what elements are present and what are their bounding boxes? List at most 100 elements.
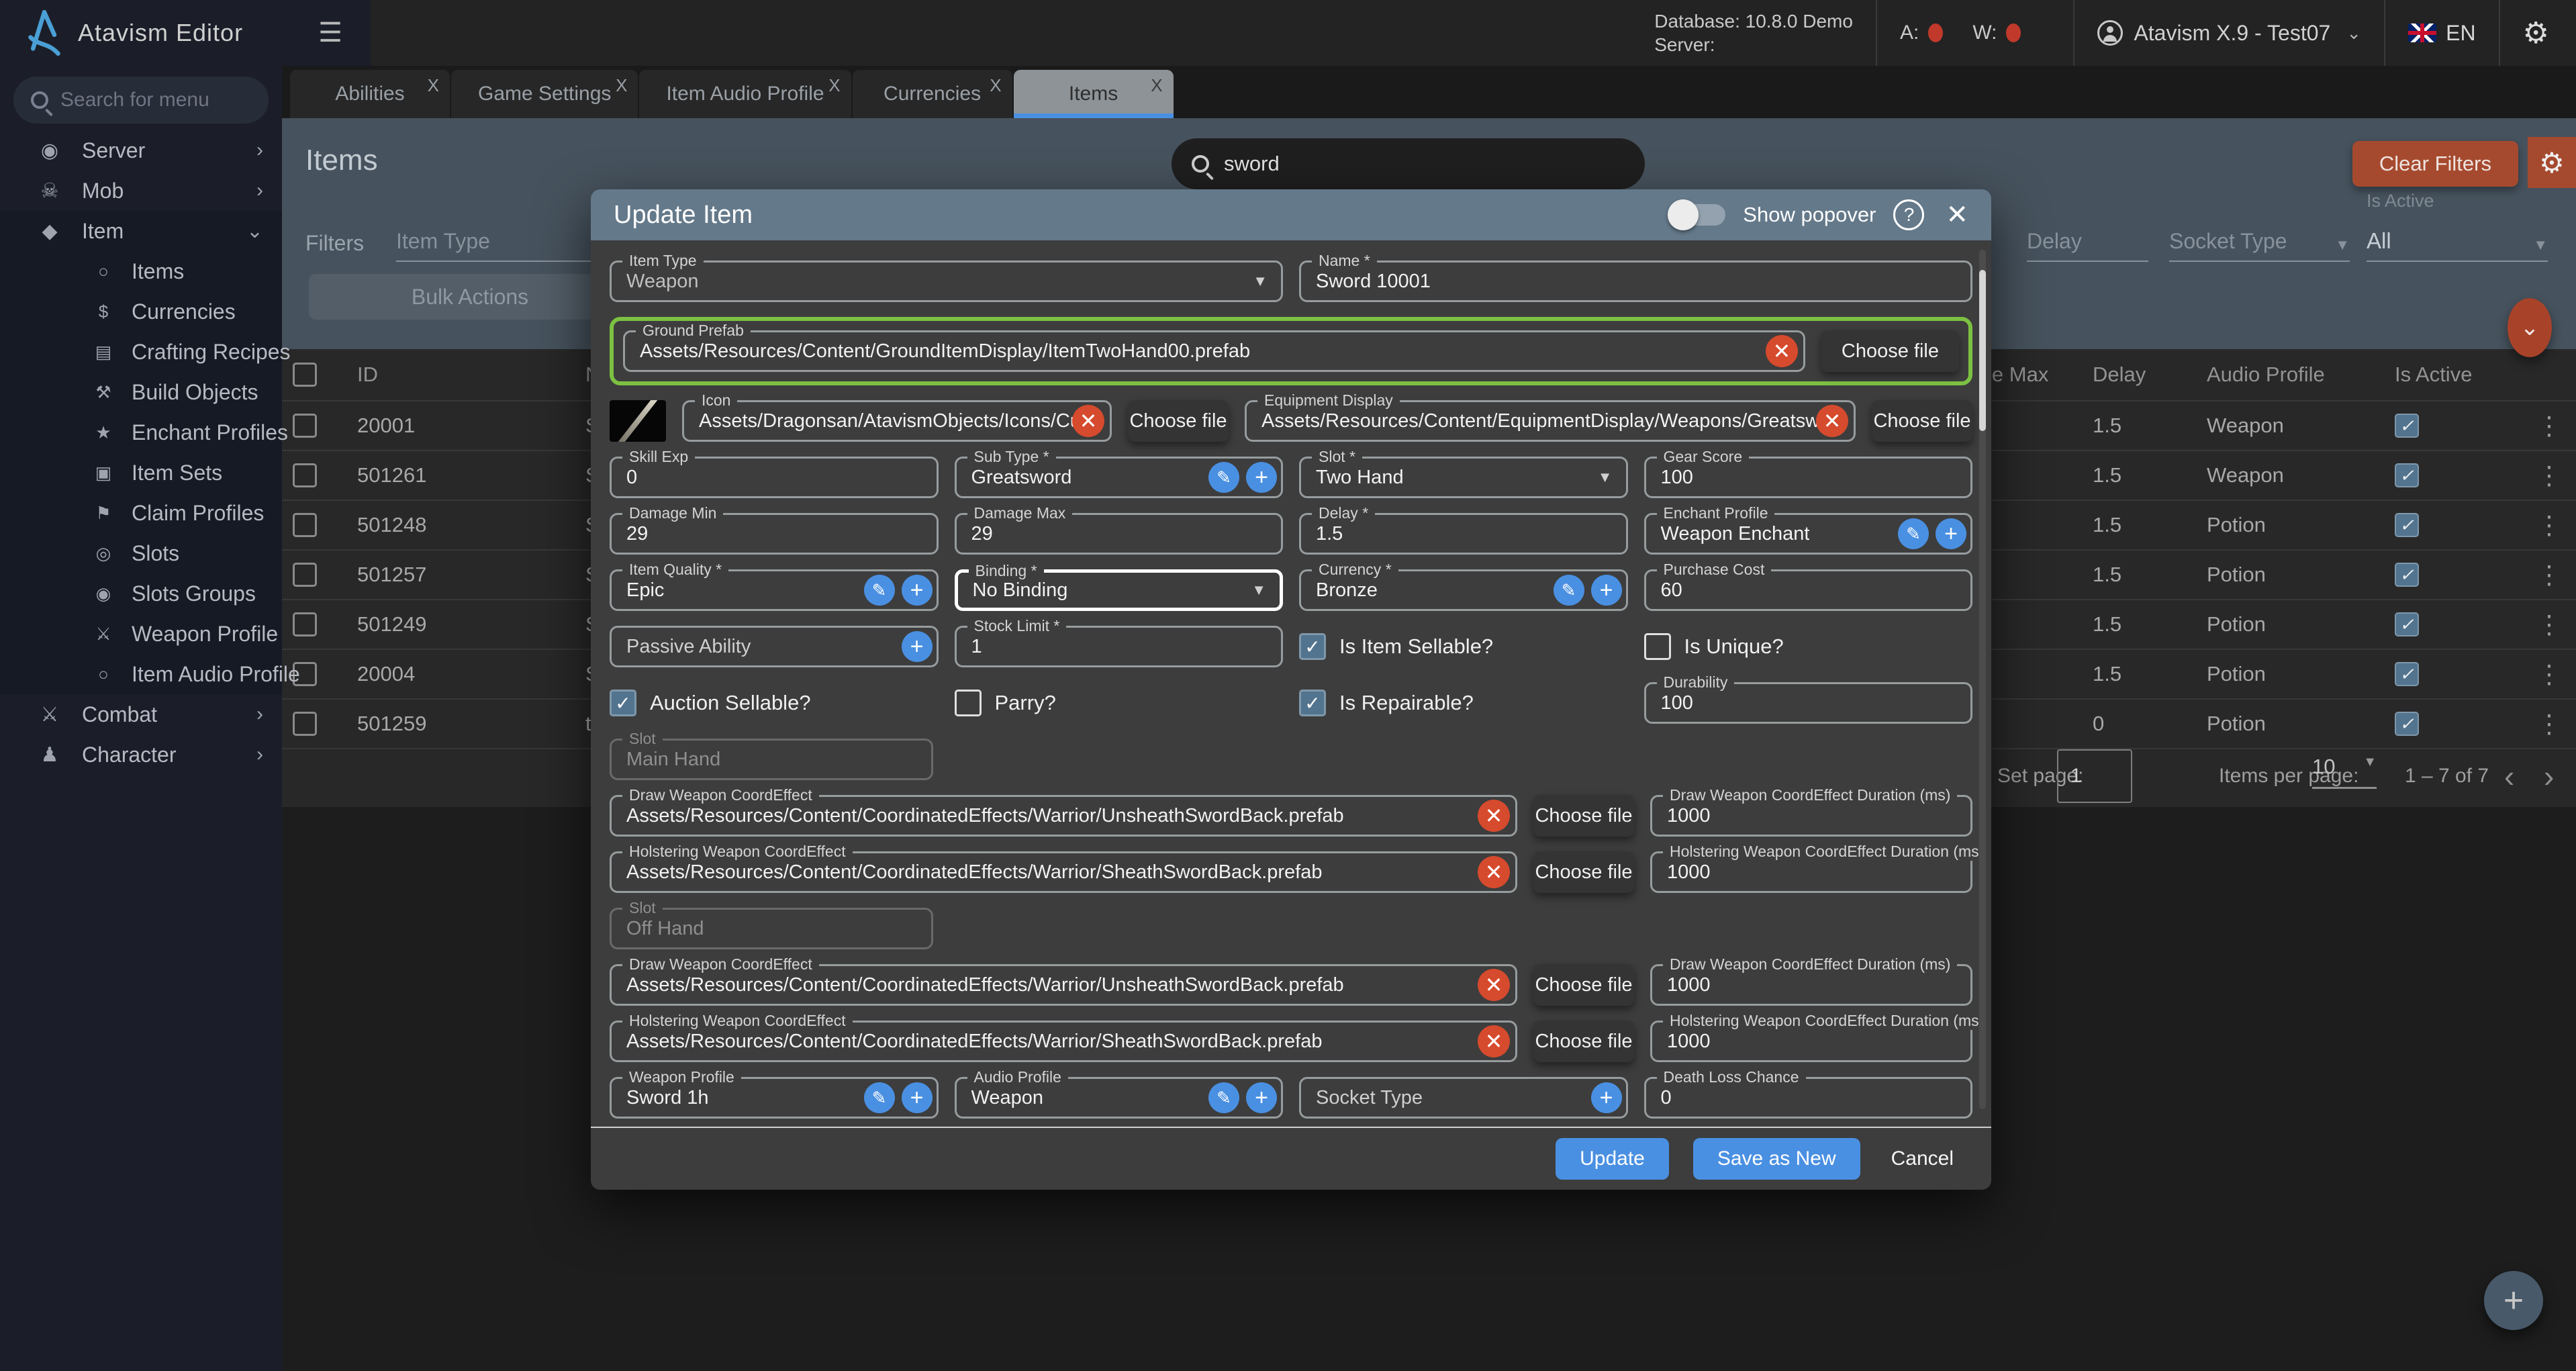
column-delay[interactable]: Delay [2093,363,2207,387]
tab[interactable]: Item Audio Profile X [639,70,851,118]
gear-score-field[interactable]: Gear Score 100 [1644,457,1973,498]
row-menu-icon[interactable]: ⋮ [2522,659,2576,690]
hamburger-menu-icon[interactable]: ☰ [318,17,342,48]
bulk-actions-button[interactable]: Bulk Actions [309,274,631,320]
holstering-coordeffect-duration-field[interactable]: Holstering Weapon CoordEffect Duration (… [1650,1021,1972,1062]
checkbox-icon[interactable]: ✓ [1299,690,1326,716]
row-checkbox[interactable] [293,563,317,587]
close-icon[interactable]: ✕ [1946,199,1968,230]
is-item-sellable-checkbox[interactable]: ✓ Is Item Sellable? [1299,626,1628,667]
row-menu-icon[interactable]: ⋮ [2522,709,2576,739]
name-field[interactable]: Name * Sword 10001 [1299,261,1972,302]
collapse-filters-button[interactable]: ⌄ [2508,298,2552,357]
tab[interactable]: Items X [1014,70,1174,118]
item-quality-field[interactable]: Item Quality * Epic ✎ + [610,569,939,611]
sidebar-item[interactable]: ▣ Item Sets [0,453,282,493]
sidebar-item[interactable]: ○ Item Audio Profile [0,654,282,694]
holstering-weapon-coordeffect-field[interactable]: Holstering Weapon CoordEffect Assets/Res… [610,851,1517,893]
sidebar-item[interactable]: ♟ Character › [0,735,282,775]
is-active-checkbox[interactable]: ✓ [2395,662,2419,686]
add-icon[interactable]: + [1936,518,1966,549]
sidebar-item[interactable]: ◎ Slots [0,533,282,573]
draw-weapon-coordeffect-field[interactable]: Draw Weapon CoordEffect Assets/Resources… [610,795,1517,837]
delay-filter[interactable]: Delay [2027,220,2148,262]
choose-file-button[interactable]: Choose file [1533,795,1634,837]
purchase-cost-field[interactable]: Purchase Cost 60 [1644,569,1973,611]
table-settings-gear-icon[interactable]: ⚙ [2528,137,2576,188]
delay-field[interactable]: Delay * 1.5 [1299,513,1628,555]
sidebar-item[interactable]: $ Currencies [0,291,282,332]
skill-exp-field[interactable]: Skill Exp 0 [610,457,939,498]
icon-field[interactable]: Icon Assets/Dragonsan/AtavismObjects/Ico… [682,400,1112,442]
sidebar-item[interactable]: ◆ Item ⌄ [0,211,282,251]
next-page-icon[interactable]: › [2544,758,2554,794]
is-active-checkbox[interactable]: ✓ [2395,414,2419,438]
add-item-fab[interactable]: + [2484,1271,2543,1330]
choose-file-button[interactable]: Choose file [1128,400,1229,442]
row-menu-icon[interactable]: ⋮ [2522,461,2576,491]
sidebar-item[interactable]: ▤ Crafting Recipes [0,332,282,372]
choose-file-button[interactable]: Choose file [1533,1021,1634,1062]
sub-type-field[interactable]: Sub Type * Greatsword ✎ + [955,457,1284,498]
tab[interactable]: Currencies X [853,70,1012,118]
sidebar-item[interactable]: ⚔ Weapon Profile [0,614,282,654]
sidebar-item[interactable]: ⚔ Combat › [0,694,282,735]
clear-icon[interactable]: ✕ [1478,856,1510,888]
is-active-checkbox[interactable]: ✓ [2395,513,2419,537]
is-active-checkbox[interactable]: ✓ [2395,463,2419,487]
column-id[interactable]: ID [357,363,585,387]
choose-file-button[interactable]: Choose file [1872,400,1972,442]
sidebar-item[interactable]: ◉ Server › [0,130,282,171]
add-icon[interactable]: + [1591,1082,1622,1113]
edit-icon[interactable]: ✎ [1898,518,1929,549]
table-search-input[interactable] [1224,152,1625,176]
row-menu-icon[interactable]: ⋮ [2522,610,2576,640]
row-checkbox[interactable] [293,712,317,736]
row-menu-icon[interactable]: ⋮ [2522,411,2576,441]
modal-scrollbar-thumb[interactable] [1979,270,1986,431]
draw-coordeffect-duration-field[interactable]: Draw Weapon CoordEffect Duration (ms) 10… [1650,964,1972,1006]
add-icon[interactable]: + [1246,1082,1277,1113]
ground-prefab-field[interactable]: Ground Prefab Assets/Resources/Content/G… [623,330,1805,372]
language-selector[interactable]: EN [2408,21,2475,46]
column-is-active[interactable]: Is Active [2395,363,2522,387]
table-search[interactable] [1172,138,1645,189]
binding-select[interactable]: Binding * No Binding ▼ [955,569,1284,611]
passive-ability-field[interactable]: Passive Ability + [610,626,939,667]
checkbox-icon[interactable]: ✓ [610,690,636,716]
draw-weapon-coordeffect-field[interactable]: Draw Weapon CoordEffect Assets/Resources… [610,964,1517,1006]
draw-coordeffect-duration-field[interactable]: Draw Weapon CoordEffect Duration (ms) 10… [1650,795,1972,837]
tab-close-icon[interactable]: X [1151,75,1162,96]
enchant-profile-field[interactable]: Enchant Profile Weapon Enchant ✎ + [1644,513,1973,555]
audio-profile-field[interactable]: Audio Profile Weapon ✎ + [955,1077,1284,1119]
clear-icon[interactable]: ✕ [1478,969,1510,1001]
clear-icon[interactable]: ✕ [1766,335,1798,367]
prev-page-icon[interactable]: ‹ [2504,758,2514,794]
is-active-checkbox[interactable]: ✓ [2395,712,2419,736]
set-page-input[interactable] [2057,749,2132,803]
choose-file-button[interactable]: Choose file [1533,851,1634,893]
help-icon[interactable]: ? [1893,199,1924,230]
edit-icon[interactable]: ✎ [1208,462,1239,493]
checkbox-icon[interactable]: ✓ [1644,633,1671,660]
account-menu[interactable]: Atavism X.9 - Test07 ⌄ [2097,20,2361,46]
sidebar-item[interactable]: ⚑ Claim Profiles [0,493,282,533]
row-menu-icon[interactable]: ⋮ [2522,510,2576,540]
row-checkbox[interactable] [293,414,317,438]
sidebar-item[interactable]: ⚒ Build Objects [0,372,282,412]
sidebar-item[interactable]: ◉ Slots Groups [0,573,282,614]
currency-field[interactable]: Currency * Bronze ✎ + [1299,569,1628,611]
clear-icon[interactable]: ✕ [1072,405,1104,437]
select-all-checkbox[interactable] [293,363,317,387]
sidebar-search[interactable] [13,77,269,124]
tab[interactable]: Game Settings X [451,70,638,118]
update-button[interactable]: Update [1556,1138,1669,1180]
damage-max-field[interactable]: Damage Max 29 [955,513,1284,555]
add-icon[interactable]: + [902,1082,933,1113]
sidebar-item[interactable]: ○ Items [0,251,282,291]
cancel-button[interactable]: Cancel [1885,1138,1960,1180]
equipment-display-field[interactable]: Equipment Display Assets/Resources/Conte… [1245,400,1856,442]
clear-filters-button[interactable]: Clear Filters [2352,141,2518,187]
damage-min-field[interactable]: Damage Min 29 [610,513,939,555]
row-checkbox[interactable] [293,513,317,537]
